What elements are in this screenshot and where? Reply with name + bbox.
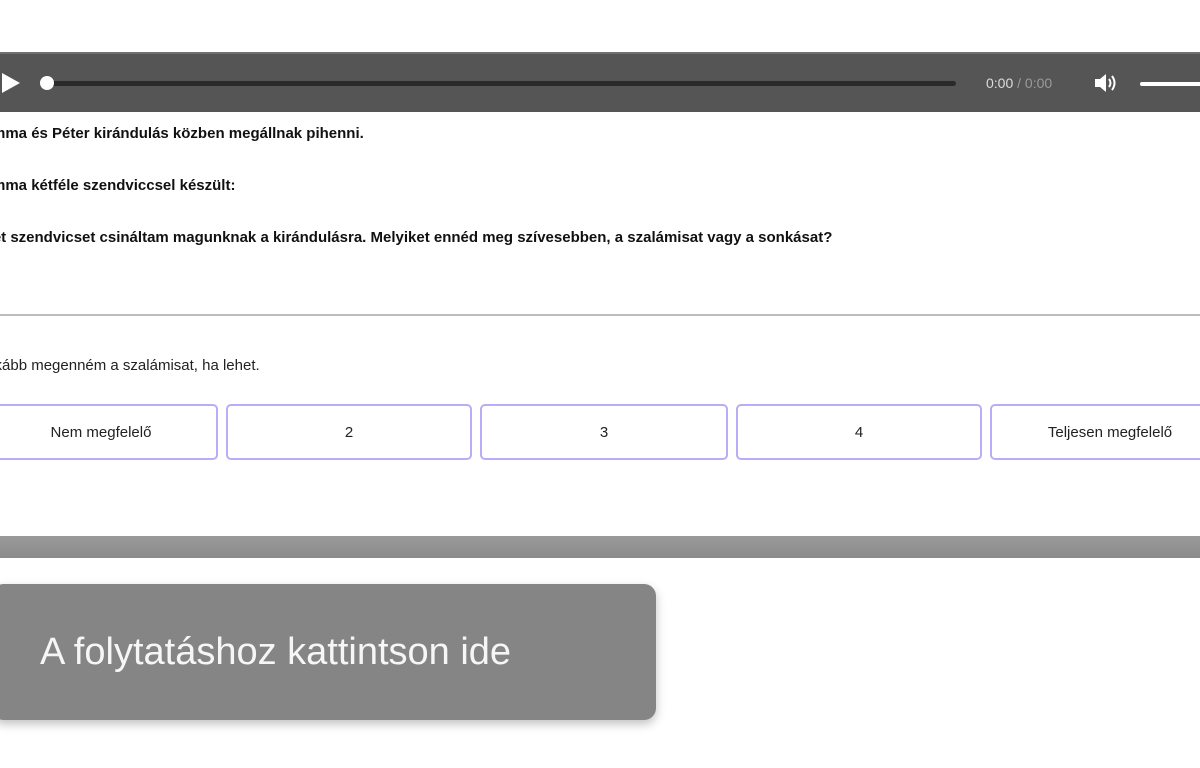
time-display: 0:00 / 0:00 [986,74,1052,92]
seek-bar[interactable] [40,76,956,90]
response-text: Inkább megenném a szalámisat, ha lehet. [0,357,260,374]
play-icon [2,73,20,93]
seek-handle[interactable] [40,76,54,90]
rating-option-1[interactable]: Nem megfelelő [0,404,218,460]
scenario-line-1: Emma és Péter kirándulás közben megállna… [0,125,364,142]
survey-page: 0:00 / 0:00 Emma és Péter kirándulás köz… [0,0,1200,768]
rating-option-3[interactable]: 3 [480,404,728,460]
scenario-line-2: Emma kétféle szendviccsel készült: [0,177,236,194]
play-button[interactable] [0,72,22,94]
continue-button[interactable]: A folytatáshoz kattintson ide [0,584,656,720]
rating-option-5[interactable]: Teljesen megfelelő [990,404,1200,460]
audio-player: 0:00 / 0:00 [0,54,1200,112]
card-bottom-shadow [0,536,1200,558]
rating-option-4[interactable]: 4 [736,404,982,460]
time-separator: / [1017,75,1022,91]
speaker-icon [1095,74,1116,92]
question-card: 0:00 / 0:00 Emma és Péter kirándulás köz… [0,52,1200,546]
volume-button[interactable] [1094,72,1118,94]
scenario-line-3: Két szendvicset csináltam magunknak a ki… [0,229,833,246]
rating-option-2[interactable]: 2 [226,404,472,460]
divider [0,314,1200,316]
current-time: 0:00 [986,75,1014,91]
duration: 0:00 [1024,75,1053,91]
volume-slider[interactable] [1140,82,1200,86]
